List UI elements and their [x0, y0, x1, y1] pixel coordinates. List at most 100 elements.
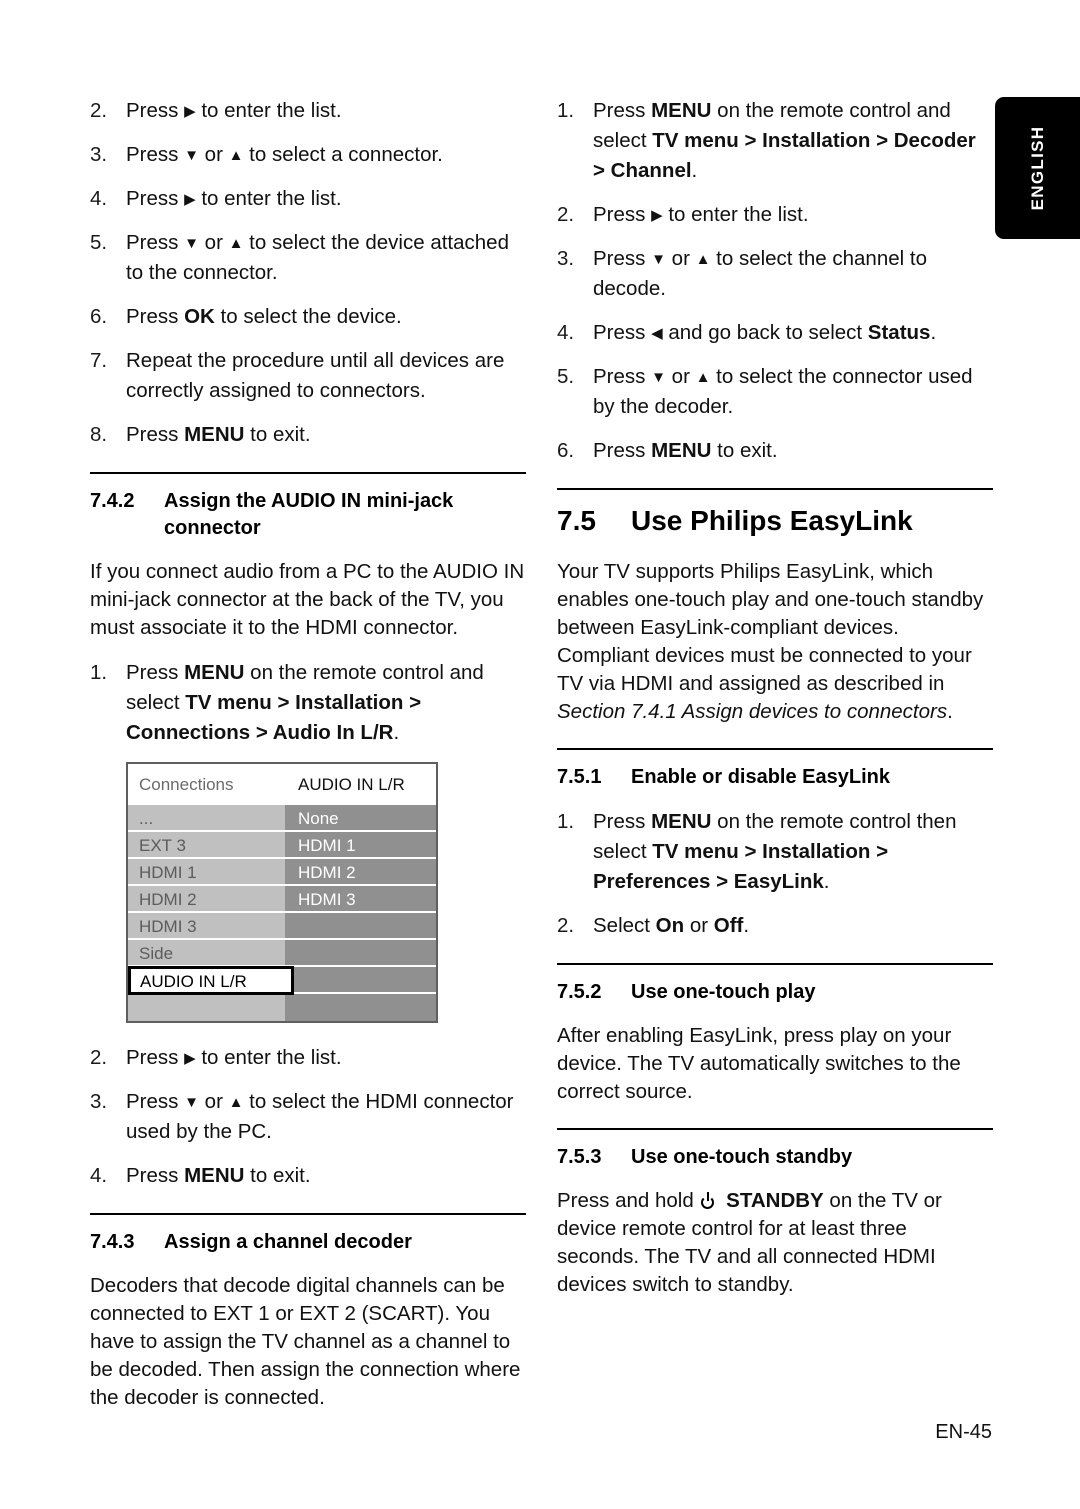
numbered-step: 6. Press MENU to exit.: [557, 436, 993, 466]
tv-menu-right-cell[interactable]: [285, 913, 436, 940]
steps-after-menu-list: 2. Press ▶ to enter the list. 3. Press ▼ or…: [90, 1043, 526, 1191]
manual-page: ENGLISH 2. Press ▶ to enter the list. 3. Pr…: [0, 0, 1080, 1509]
tv-menu-selected-item[interactable]: AUDIO IN L/R: [128, 966, 294, 995]
section-divider: [90, 1213, 526, 1215]
step-text: Press ▶ to enter the list.: [593, 203, 809, 226]
tv-menu-row[interactable]: HDMI 2 HDMI 3: [128, 886, 436, 913]
step-text: Press MENU on the remote control and sel…: [593, 99, 976, 182]
tv-menu-left-cell[interactable]: [128, 994, 285, 1021]
section-divider: [557, 488, 993, 490]
numbered-step: 5. Press ▼ or ▲ to select the device atta…: [90, 228, 526, 288]
heading-title: Enable or disable EasyLink: [631, 766, 890, 788]
heading-7-5-3: 7.5.3 Use one-touch standby: [557, 1144, 993, 1171]
step-number: 7.: [90, 349, 108, 372]
language-tab: ENGLISH: [995, 97, 1080, 239]
step-number: 5.: [557, 365, 575, 388]
tv-menu-row[interactable]: [128, 994, 436, 1021]
step-text: Press ▼ or ▲ to select the connector use…: [593, 365, 973, 418]
numbered-step: 3. Press ▼ or ▲ to select the HDMI connec…: [90, 1087, 526, 1147]
steps-before-menu-list: 1. Press MENU on the remote control and s…: [90, 658, 526, 748]
heading-7-4-3: 7.4.3 Assign a channel decoder: [90, 1229, 526, 1256]
step-number: 4.: [90, 187, 108, 210]
numbered-step: 1. Press MENU on the remote control and s…: [557, 96, 993, 186]
numbered-step: 7. Repeat the procedure until all devices…: [90, 346, 526, 406]
tv-menu-body: ... None EXT 3 HDMI 1 HDMI 1 HDMI 2 HDMI 2 HDMI…: [128, 805, 436, 1021]
right-column: 1. Press MENU on the remote control and s…: [557, 96, 993, 1315]
tv-menu-right-cell[interactable]: HDMI 3: [285, 886, 436, 913]
step-text: Press ▼ or ▲ to select the channel to de…: [593, 247, 927, 300]
step-number: 3.: [557, 247, 575, 270]
tv-menu-left-cell[interactable]: Side: [128, 940, 285, 967]
numbered-step: 8. Press MENU to exit.: [90, 420, 526, 450]
tv-menu-header-right: AUDIO IN L/R: [298, 774, 405, 794]
numbered-step: 1. Press MENU on the remote control then …: [557, 807, 993, 897]
heading-7-5-2: 7.5.2 Use one-touch play: [557, 979, 993, 1006]
step-text: Press MENU on the remote control and sel…: [126, 661, 484, 744]
tv-menu-left-cell[interactable]: ...: [128, 805, 285, 832]
step-text: Press ▼ or ▲ to select the HDMI connecto…: [126, 1090, 514, 1143]
page-footer: EN-45: [935, 1421, 992, 1443]
step-text: Press ▶ to enter the list.: [126, 1046, 342, 1069]
paragraph-7-4-3: Decoders that decode digital channels ca…: [90, 1274, 521, 1409]
step-number: 3.: [90, 143, 108, 166]
tv-menu-right-cell[interactable]: HDMI 2: [285, 859, 436, 886]
left-column: 2. Press ▶ to enter the list. 3. Press ▼ or…: [90, 96, 526, 1428]
section-divider: [557, 963, 993, 965]
numbered-step: 6. Press OK to select the device.: [90, 302, 526, 332]
heading-number: 7.5.2: [557, 981, 602, 1003]
tv-menu-right-cell[interactable]: HDMI 1: [285, 832, 436, 859]
tv-menu-header-left: Connections: [139, 774, 234, 794]
paragraph-7-4-2: If you connect audio from a PC to the AU…: [90, 560, 525, 639]
numbered-step: 1. Press MENU on the remote control and s…: [90, 658, 526, 748]
heading-7-5-1: 7.5.1 Enable or disable EasyLink: [557, 764, 993, 791]
numbered-step: 5. Press ▼ or ▲ to select the connector u…: [557, 362, 993, 422]
paragraph-7-5-3: Press and hold STANDBY on the TV or devi…: [557, 1189, 942, 1296]
heading-title: Assign the AUDIO IN mini-jack connector: [164, 490, 454, 539]
heading-title: Use one-touch standby: [631, 1146, 853, 1168]
heading-title: Use Philips EasyLink: [631, 505, 913, 536]
step-text: Select On or Off.: [593, 914, 750, 937]
step-text: Press OK to select the device.: [126, 305, 402, 328]
heading-title: Use one-touch play: [631, 981, 816, 1003]
numbered-step: 4. Press MENU to exit.: [90, 1161, 526, 1191]
step-number: 2.: [90, 1046, 108, 1069]
section-divider: [557, 1128, 993, 1130]
step-text: Press ▶ to enter the list.: [126, 99, 342, 122]
tv-menu-row[interactable]: ... None: [128, 805, 436, 832]
step-number: 3.: [90, 1090, 108, 1113]
tv-menu-screenshot: Connections AUDIO IN L/R ... None EXT 3 HDM…: [126, 762, 438, 1023]
step-text: Press MENU on the remote control then se…: [593, 810, 957, 893]
tv-menu-left-cell[interactable]: HDMI 3: [128, 913, 285, 940]
tv-menu-left-cell[interactable]: HDMI 1: [128, 859, 285, 886]
numbered-step: 3. Press ▼ or ▲ to select a connector.: [90, 140, 526, 170]
tv-menu-right-cell[interactable]: None: [285, 805, 436, 832]
tv-menu-row[interactable]: HDMI 1 HDMI 2: [128, 859, 436, 886]
tv-menu-right-cell[interactable]: [285, 967, 436, 994]
step-text: Press ▶ to enter the list.: [126, 187, 342, 210]
step-text: Press ▼ or ▲ to select a connector.: [126, 143, 443, 166]
paragraph-7-5-2: After enabling EasyLink, press play on y…: [557, 1024, 961, 1103]
numbered-step: 4. Press ◀ and go back to select Status.: [557, 318, 993, 348]
heading-number: 7.5.3: [557, 1146, 602, 1168]
step-number: 4.: [90, 1164, 108, 1187]
tv-menu-row[interactable]: Side: [128, 940, 436, 967]
tv-menu-left-cell[interactable]: EXT 3: [128, 832, 285, 859]
steps-continued-list: 2. Press ▶ to enter the list. 3. Press ▼ or…: [90, 96, 526, 450]
numbered-step: 3. Press ▼ or ▲ to select the channel to …: [557, 244, 993, 304]
step-number: 4.: [557, 321, 575, 344]
section-divider: [557, 748, 993, 750]
step-text: Press MENU to exit.: [126, 1164, 311, 1187]
step-text: Press MENU to exit.: [126, 423, 311, 446]
tv-menu-row[interactable]: EXT 3 HDMI 1: [128, 832, 436, 859]
standby-power-icon: [700, 1192, 717, 1209]
step-number: 1.: [90, 661, 108, 684]
numbered-step: 2. Select On or Off.: [557, 911, 993, 941]
decoder-steps-list: 1. Press MENU on the remote control and s…: [557, 96, 993, 466]
numbered-step: 4. Press ▶ to enter the list.: [90, 184, 526, 214]
tv-menu-right-cell[interactable]: [285, 994, 436, 1021]
tv-menu-row[interactable]: HDMI 3: [128, 913, 436, 940]
heading-number: 7.4.2: [90, 490, 135, 512]
step-number: 5.: [90, 231, 108, 254]
tv-menu-left-cell[interactable]: HDMI 2: [128, 886, 285, 913]
tv-menu-right-cell[interactable]: [285, 940, 436, 967]
